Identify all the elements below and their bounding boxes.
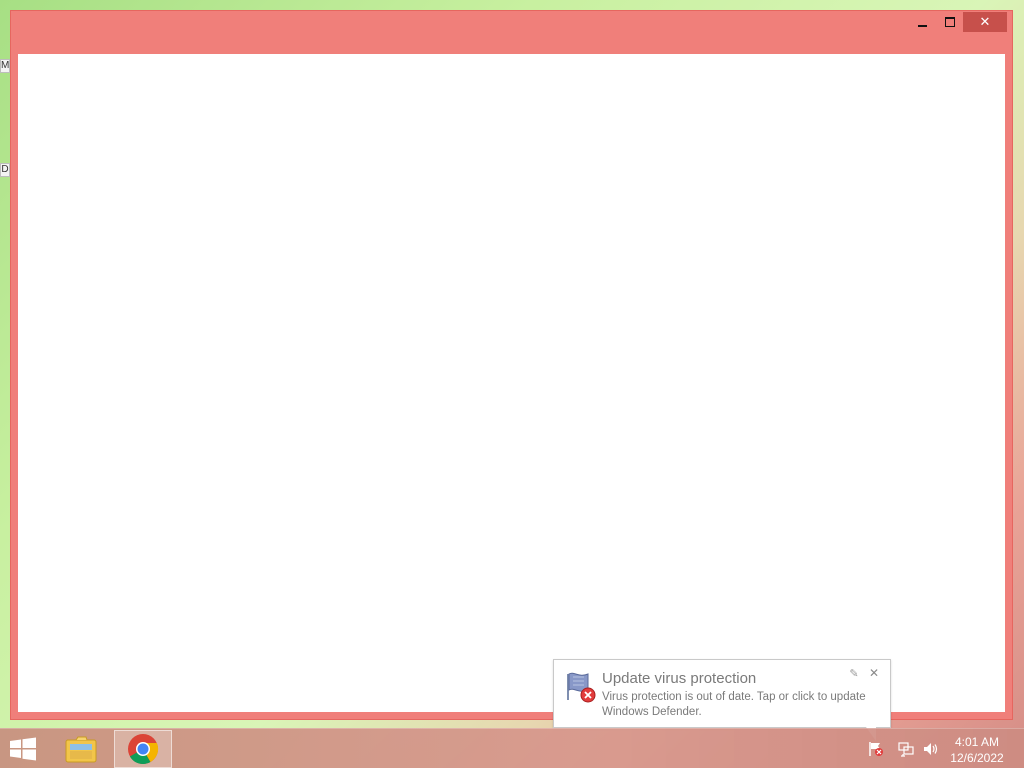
chrome-icon (128, 734, 159, 765)
taskbar: 4:01 AM 12/6/2022 (0, 728, 1024, 768)
notification-options-icon[interactable]: ✎ (848, 668, 860, 680)
desktop-icon-d[interactable]: D (0, 163, 10, 177)
maximize-button[interactable] (936, 12, 963, 32)
close-icon: ✕ (979, 14, 991, 30)
network-icon[interactable] (898, 741, 914, 757)
notification-title: Update virus protection (602, 670, 757, 687)
volume-icon[interactable] (922, 741, 938, 757)
taskbar-chrome[interactable] (114, 730, 172, 768)
taskbar-file-explorer[interactable] (52, 730, 110, 768)
window-titlebar[interactable]: ✕ (11, 11, 1012, 53)
window-controls: ✕ (909, 12, 1007, 32)
folder-icon (65, 736, 97, 763)
notification-message: Virus protection is out of date. Tap or … (602, 691, 866, 718)
windows-logo-icon[interactable] (8, 737, 38, 761)
clock-date: 12/6/2022 (950, 751, 1004, 765)
action-center-flag-icon[interactable] (868, 741, 884, 757)
notification-balloon[interactable]: Update virus protection Virus protection… (553, 659, 891, 741)
notification-close-icon[interactable]: ✕ (868, 667, 880, 679)
system-tray: 4:01 AM 12/6/2022 (824, 729, 1024, 768)
desktop-icon-m[interactable]: M (0, 59, 10, 73)
app-window: ✕ (10, 10, 1013, 720)
clock-time: 4:01 AM (954, 735, 1000, 749)
windows-defender-flag-icon (567, 672, 596, 703)
close-button[interactable]: ✕ (963, 12, 1007, 32)
window-content[interactable] (18, 54, 1005, 712)
minimize-button[interactable] (909, 12, 936, 32)
taskbar-clock[interactable]: 4:01 AM 12/6/2022 (947, 734, 1007, 766)
